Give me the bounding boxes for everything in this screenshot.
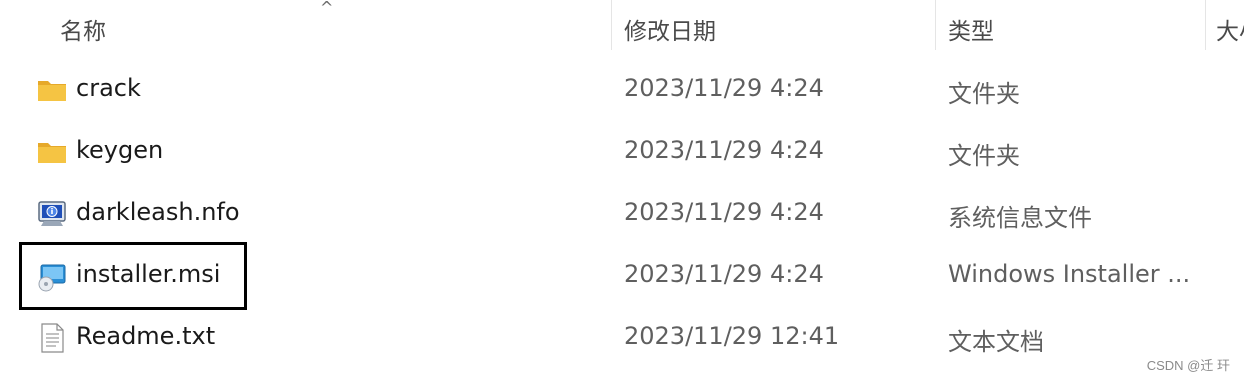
file-modified: 2023/11/29 4:24 [624, 136, 824, 164]
file-name: keygen [76, 136, 164, 164]
sort-ascending-icon: ^ [320, 0, 334, 17]
watermark: CSDN @迁 玕 [1146, 358, 1230, 373]
nfo-info-icon [36, 198, 68, 230]
column-divider[interactable] [611, 0, 612, 50]
file-modified: 2023/11/29 12:41 [624, 322, 840, 350]
file-type: 文件夹 [948, 80, 1020, 108]
column-header-type[interactable]: 类型 [948, 12, 994, 46]
column-header-bar: ^ 名称 修改日期 类型 大小 [0, 0, 1244, 50]
column-divider[interactable] [935, 0, 936, 50]
column-divider[interactable] [1205, 0, 1206, 50]
column-header-size[interactable]: 大小 [1216, 12, 1244, 46]
file-row[interactable]: Readme.txt 2023/11/29 12:41 文本文档 [0, 308, 1244, 370]
file-row[interactable]: crack 2023/11/29 4:24 文件夹 [0, 60, 1244, 122]
folder-icon [36, 74, 68, 106]
highlight-box [19, 242, 247, 310]
column-header-modified[interactable]: 修改日期 [624, 12, 716, 46]
file-name: darkleash.nfo [76, 198, 240, 226]
file-modified: 2023/11/29 4:24 [624, 198, 824, 226]
file-type: Windows Installer ... [948, 260, 1191, 288]
file-row[interactable]: darkleash.nfo 2023/11/29 4:24 系统信息文件 [0, 184, 1244, 246]
file-type: 系统信息文件 [948, 204, 1092, 232]
file-modified: 2023/11/29 4:24 [624, 74, 824, 102]
folder-icon [36, 136, 68, 168]
column-header-name[interactable]: 名称 [60, 12, 106, 46]
file-type: 文件夹 [948, 142, 1020, 170]
file-name: Readme.txt [76, 322, 216, 350]
file-row[interactable]: keygen 2023/11/29 4:24 文件夹 [0, 122, 1244, 184]
text-file-icon [36, 322, 68, 354]
file-modified: 2023/11/29 4:24 [624, 260, 824, 288]
file-name: crack [76, 74, 141, 102]
file-type: 文本文档 [948, 328, 1044, 356]
